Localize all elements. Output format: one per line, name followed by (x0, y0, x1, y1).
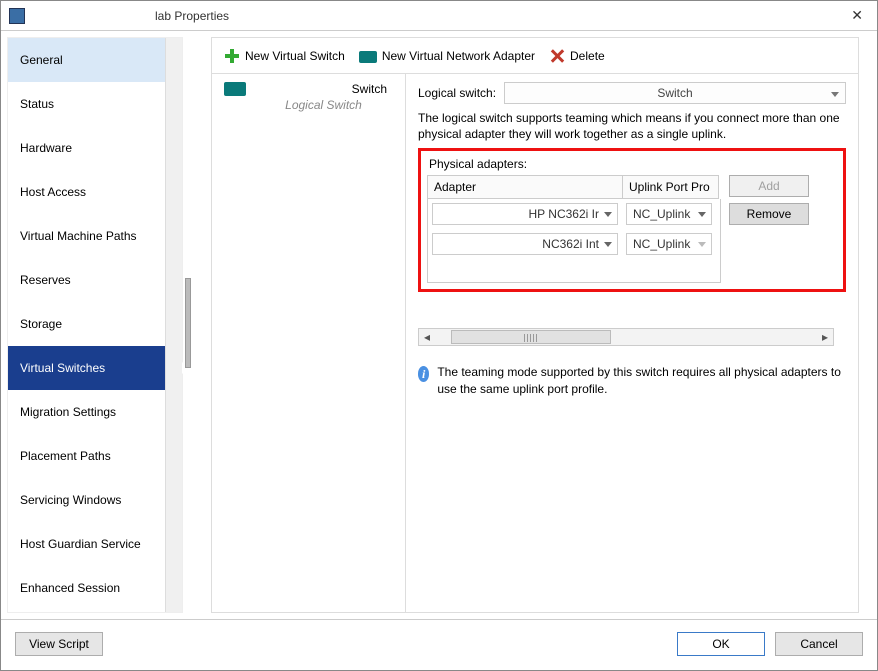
nav-item-virtual-switches[interactable]: Virtual Switches (8, 346, 182, 390)
nav-sidebar: General Status Hardware Host Access Virt… (7, 37, 183, 613)
view-script-button[interactable]: View Script (15, 632, 103, 656)
dialog-window: lab Properties ✕ General Status Hardware… (0, 0, 878, 671)
ok-button[interactable]: OK (677, 632, 765, 656)
teaming-help-text: The logical switch supports teaming whic… (418, 110, 846, 142)
switch-list: Switch Logical Switch (212, 74, 406, 612)
info-icon: i (418, 366, 429, 382)
adapter-grid: HP NC362i Ir NC_Uplink NC362i Int NC_Upl… (427, 199, 721, 283)
adapter-select-0[interactable]: HP NC362i Ir (432, 203, 618, 225)
uplink-select-0[interactable]: NC_Uplink (626, 203, 712, 225)
remove-adapter-button[interactable]: Remove (729, 203, 809, 225)
switch-name: Switch (254, 82, 395, 96)
new-virtual-network-adapter-button[interactable]: New Virtual Network Adapter (355, 46, 539, 66)
info-text: The teaming mode supported by this switc… (437, 364, 846, 398)
logical-switch-dropdown[interactable]: Switch (504, 82, 846, 104)
content-pane: New Virtual Switch New Virtual Network A… (211, 37, 859, 613)
nav-item-migration-settings[interactable]: Migration Settings (8, 390, 182, 434)
network-adapter-icon (359, 51, 377, 63)
adapter-row: NC362i Int NC_Uplink (428, 229, 720, 259)
logical-switch-label: Logical switch: (418, 86, 496, 100)
scroll-thumb[interactable] (451, 330, 611, 344)
uplink-select-1[interactable]: NC_Uplink (626, 233, 712, 255)
scroll-right-icon[interactable]: ▸ (817, 329, 833, 345)
nav-item-enhanced-session[interactable]: Enhanced Session (8, 566, 182, 610)
sidebar-scrollbar[interactable] (165, 38, 182, 612)
window-title: lab Properties (155, 9, 229, 23)
nav-item-general[interactable]: General (8, 38, 182, 82)
add-adapter-button[interactable]: Add (729, 175, 809, 197)
horizontal-scrollbar[interactable]: ◂ ▸ (418, 328, 834, 346)
new-virtual-switch-button[interactable]: New Virtual Switch (220, 45, 349, 67)
nav-item-servicing-windows[interactable]: Servicing Windows (8, 478, 182, 522)
toolbar: New Virtual Switch New Virtual Network A… (212, 38, 858, 74)
switch-list-item[interactable]: Switch Logical Switch (212, 74, 405, 116)
delete-icon (549, 48, 565, 64)
cancel-button[interactable]: Cancel (775, 632, 863, 656)
adapter-select-1[interactable]: NC362i Int (432, 233, 618, 255)
physical-adapters-group: Physical adapters: Adapter Uplink Port P… (418, 148, 846, 292)
sidebar-scroll-thumb[interactable] (185, 278, 191, 368)
column-uplink: Uplink Port Pro (623, 175, 719, 199)
nav-item-reserves[interactable]: Reserves (8, 258, 182, 302)
detail-pane: Logical switch: Switch The logical switc… (406, 74, 858, 612)
column-adapter: Adapter (427, 175, 623, 199)
adapter-row: HP NC362i Ir NC_Uplink (428, 199, 720, 229)
nav-item-host-access[interactable]: Host Access (8, 170, 182, 214)
scroll-left-icon[interactable]: ◂ (419, 329, 435, 345)
nav-item-status[interactable]: Status (8, 82, 182, 126)
nav-item-vm-paths[interactable]: Virtual Machine Paths (8, 214, 182, 258)
switch-icon (224, 82, 246, 96)
switch-subtitle: Logical Switch (224, 96, 395, 112)
plus-icon (224, 48, 240, 64)
close-icon[interactable]: ✕ (845, 5, 869, 26)
delete-button[interactable]: Delete (545, 45, 609, 67)
info-row: i The teaming mode supported by this swi… (418, 364, 846, 398)
app-icon (9, 8, 25, 24)
physical-adapters-label: Physical adapters: (429, 157, 837, 171)
nav-item-host-guardian[interactable]: Host Guardian Service (8, 522, 182, 566)
nav-item-storage[interactable]: Storage (8, 302, 182, 346)
dialog-footer: View Script OK Cancel (1, 619, 877, 667)
titlebar: lab Properties ✕ (1, 1, 877, 31)
nav-item-placement-paths[interactable]: Placement Paths (8, 434, 182, 478)
nav-item-hardware[interactable]: Hardware (8, 126, 182, 170)
